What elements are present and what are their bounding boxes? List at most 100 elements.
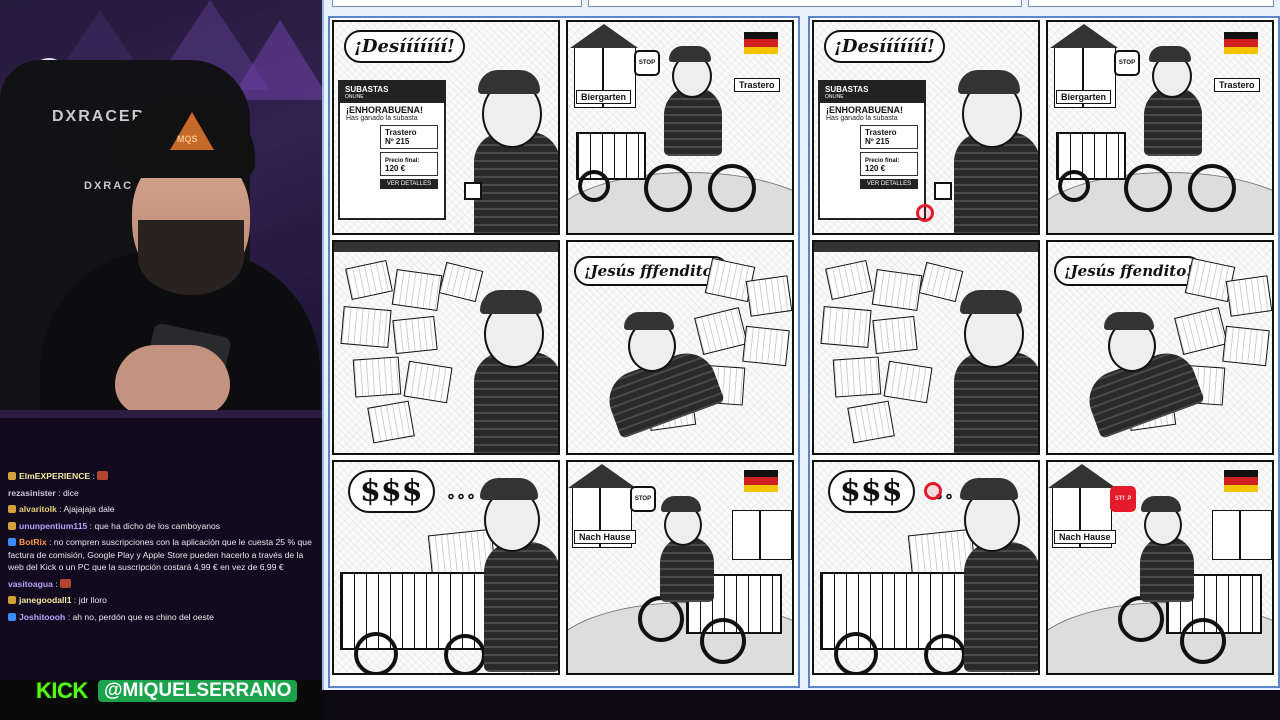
garage-door <box>814 242 1038 252</box>
cardboard-box <box>918 261 964 303</box>
street-sign-right: Trastero <box>734 78 780 92</box>
details-button: VER DETALLES <box>380 179 438 189</box>
chat-message: ununpentium115 : que ha dicho de los cam… <box>0 518 322 535</box>
panel-ride-home[interactable]: STOP Nach Hause <box>1046 460 1274 675</box>
won-text: Has ganado la subasta <box>826 115 898 122</box>
roof <box>570 24 638 48</box>
character-cap <box>960 478 1018 500</box>
cart-wheel <box>444 634 486 673</box>
character-cap <box>1149 46 1191 62</box>
character-cap <box>1104 312 1154 330</box>
street-sign-left: Biergarten <box>576 90 632 104</box>
german-flag <box>744 32 778 54</box>
panel-bike-ride[interactable]: STOP Biergarten Trastero <box>1046 20 1274 235</box>
auction-brand: SUBASTAS ONLINE <box>340 82 444 103</box>
panel-box-avalanche[interactable]: ¡Jesús fffendito! <box>566 240 794 455</box>
panel-storage-open[interactable] <box>812 240 1040 455</box>
congrats-text: ¡ENHORABUENA! <box>346 105 423 115</box>
thought-bubble-money: $$$ <box>828 470 915 513</box>
cardboard-box <box>872 315 918 355</box>
cardboard-box <box>345 259 393 301</box>
cart-wheel <box>354 632 398 673</box>
details-button: VER DETALLES <box>860 179 918 189</box>
character-body <box>964 542 1038 672</box>
cart-wheel <box>924 634 966 673</box>
garage-door <box>334 242 558 252</box>
sub-badge-icon <box>8 505 16 513</box>
cardboard-box <box>1225 275 1272 317</box>
character-cap <box>480 478 538 500</box>
panel-bike-ride[interactable]: STOP Biergarten Trastero <box>566 20 794 235</box>
panel-box-avalanche[interactable]: ¡Jesús ffendito! <box>1046 240 1274 455</box>
german-flag <box>1224 470 1258 492</box>
auction-brand-sub: ONLINE <box>825 94 844 100</box>
character-cap <box>624 312 674 330</box>
difference-marker[interactable] <box>1110 488 1128 506</box>
bike-wheel-front <box>1188 164 1236 212</box>
panel-money-dream[interactable]: $$$ ∘∘ <box>812 460 1040 675</box>
bottom-strip <box>322 690 1280 720</box>
chat-username[interactable]: janegoodall1 <box>19 595 72 605</box>
cardboard-box <box>820 305 872 349</box>
chat-username[interactable]: ElmEXPERIENCE <box>19 471 90 481</box>
cap-logo-icon <box>170 112 214 150</box>
character-body <box>1140 536 1194 602</box>
lot-box: Trastero Nº 215 <box>380 125 438 149</box>
difference-marker[interactable] <box>924 482 942 500</box>
comic-board-original[interactable]: ¡Desííííííí! SUBASTAS ONLINE ¡ENHORABUENA… <box>328 16 800 688</box>
sub-badge-icon <box>8 472 16 480</box>
character-cap <box>480 290 542 314</box>
house <box>732 510 792 560</box>
lot-name: Trastero <box>385 128 417 137</box>
thought-bubble-money: $$$ <box>348 470 435 513</box>
character-body <box>660 536 714 602</box>
auction-brand: SUBASTAS ONLINE <box>820 82 924 103</box>
spot-the-difference-game: ¡Desííííííí! SUBASTAS ONLINE ¡ENHORABUENA… <box>322 0 1280 690</box>
bike-wheel-back <box>1124 164 1172 212</box>
cart-wheel <box>834 632 878 673</box>
german-flag <box>744 470 778 492</box>
speech-bubble: ¡Jesús ffendito! <box>1054 256 1203 286</box>
bike-wheel-front <box>638 596 684 642</box>
panel-money-dream[interactable]: $$$ ∘∘∘ <box>332 460 560 675</box>
chat-username[interactable]: alvaritolk <box>19 504 57 514</box>
comic-board-modified[interactable]: ¡Desííííííí! SUBASTAS ONLINE ¡ENHORABUENA… <box>808 16 1280 688</box>
panel-ride-home[interactable]: STOP Nach Hause <box>566 460 794 675</box>
mug-icon <box>934 182 952 200</box>
cardboard-box <box>340 305 392 349</box>
character-cap <box>478 70 540 94</box>
street-sign-left: Biergarten <box>1056 90 1112 104</box>
chat-username[interactable]: BotRix <box>19 537 47 547</box>
panel-auction-win[interactable]: ¡Desííííííí! SUBASTAS ONLINE ¡ENHORABUENA… <box>812 20 1040 235</box>
chat-username[interactable]: rezasinister <box>8 488 56 498</box>
chat-panel: ElmEXPERIENCE : rezasinister : dice alva… <box>0 418 322 680</box>
cardboard-box <box>367 400 415 444</box>
roof <box>1050 24 1118 48</box>
german-flag <box>1224 32 1258 54</box>
price-box: Precio final: 120 € <box>380 152 438 176</box>
cardboard-box <box>871 268 923 312</box>
mod-badge-icon <box>8 612 16 621</box>
panel-auction-win[interactable]: ¡Desííííííí! SUBASTAS ONLINE ¡ENHORABUENA… <box>332 20 560 235</box>
chat-message: rezasinister : dice <box>8 487 79 498</box>
cardboard-box <box>352 356 402 398</box>
cardboard-box <box>391 268 443 312</box>
cardboard-box <box>825 259 873 301</box>
chat-username[interactable]: ununpentium115 <box>19 521 87 531</box>
chat-username[interactable]: vasitoagua <box>8 579 53 589</box>
mug-icon <box>464 182 482 200</box>
bot-badge-icon <box>8 538 16 546</box>
streamer-beard <box>138 220 244 295</box>
panel-storage-open[interactable] <box>332 240 560 455</box>
chat-text: dice <box>62 487 79 498</box>
chat-message: Joshitoooh : ah no, perdón que es chino … <box>0 609 322 626</box>
chat-text: ah no, perdón que es chino del oeste <box>72 611 214 622</box>
chat-username[interactable]: Joshitoooh <box>19 612 65 622</box>
chat-message: vasitoagua : <box>0 576 322 593</box>
difference-marker[interactable] <box>916 204 934 222</box>
cardboard-box <box>742 325 790 367</box>
won-text: Has ganado la subasta <box>346 115 418 122</box>
backdrop-triangle <box>230 20 322 100</box>
chat-message: alvaritolk : Ajajajaja dale <box>0 501 322 518</box>
cap-logo-text: MQS <box>177 134 198 144</box>
